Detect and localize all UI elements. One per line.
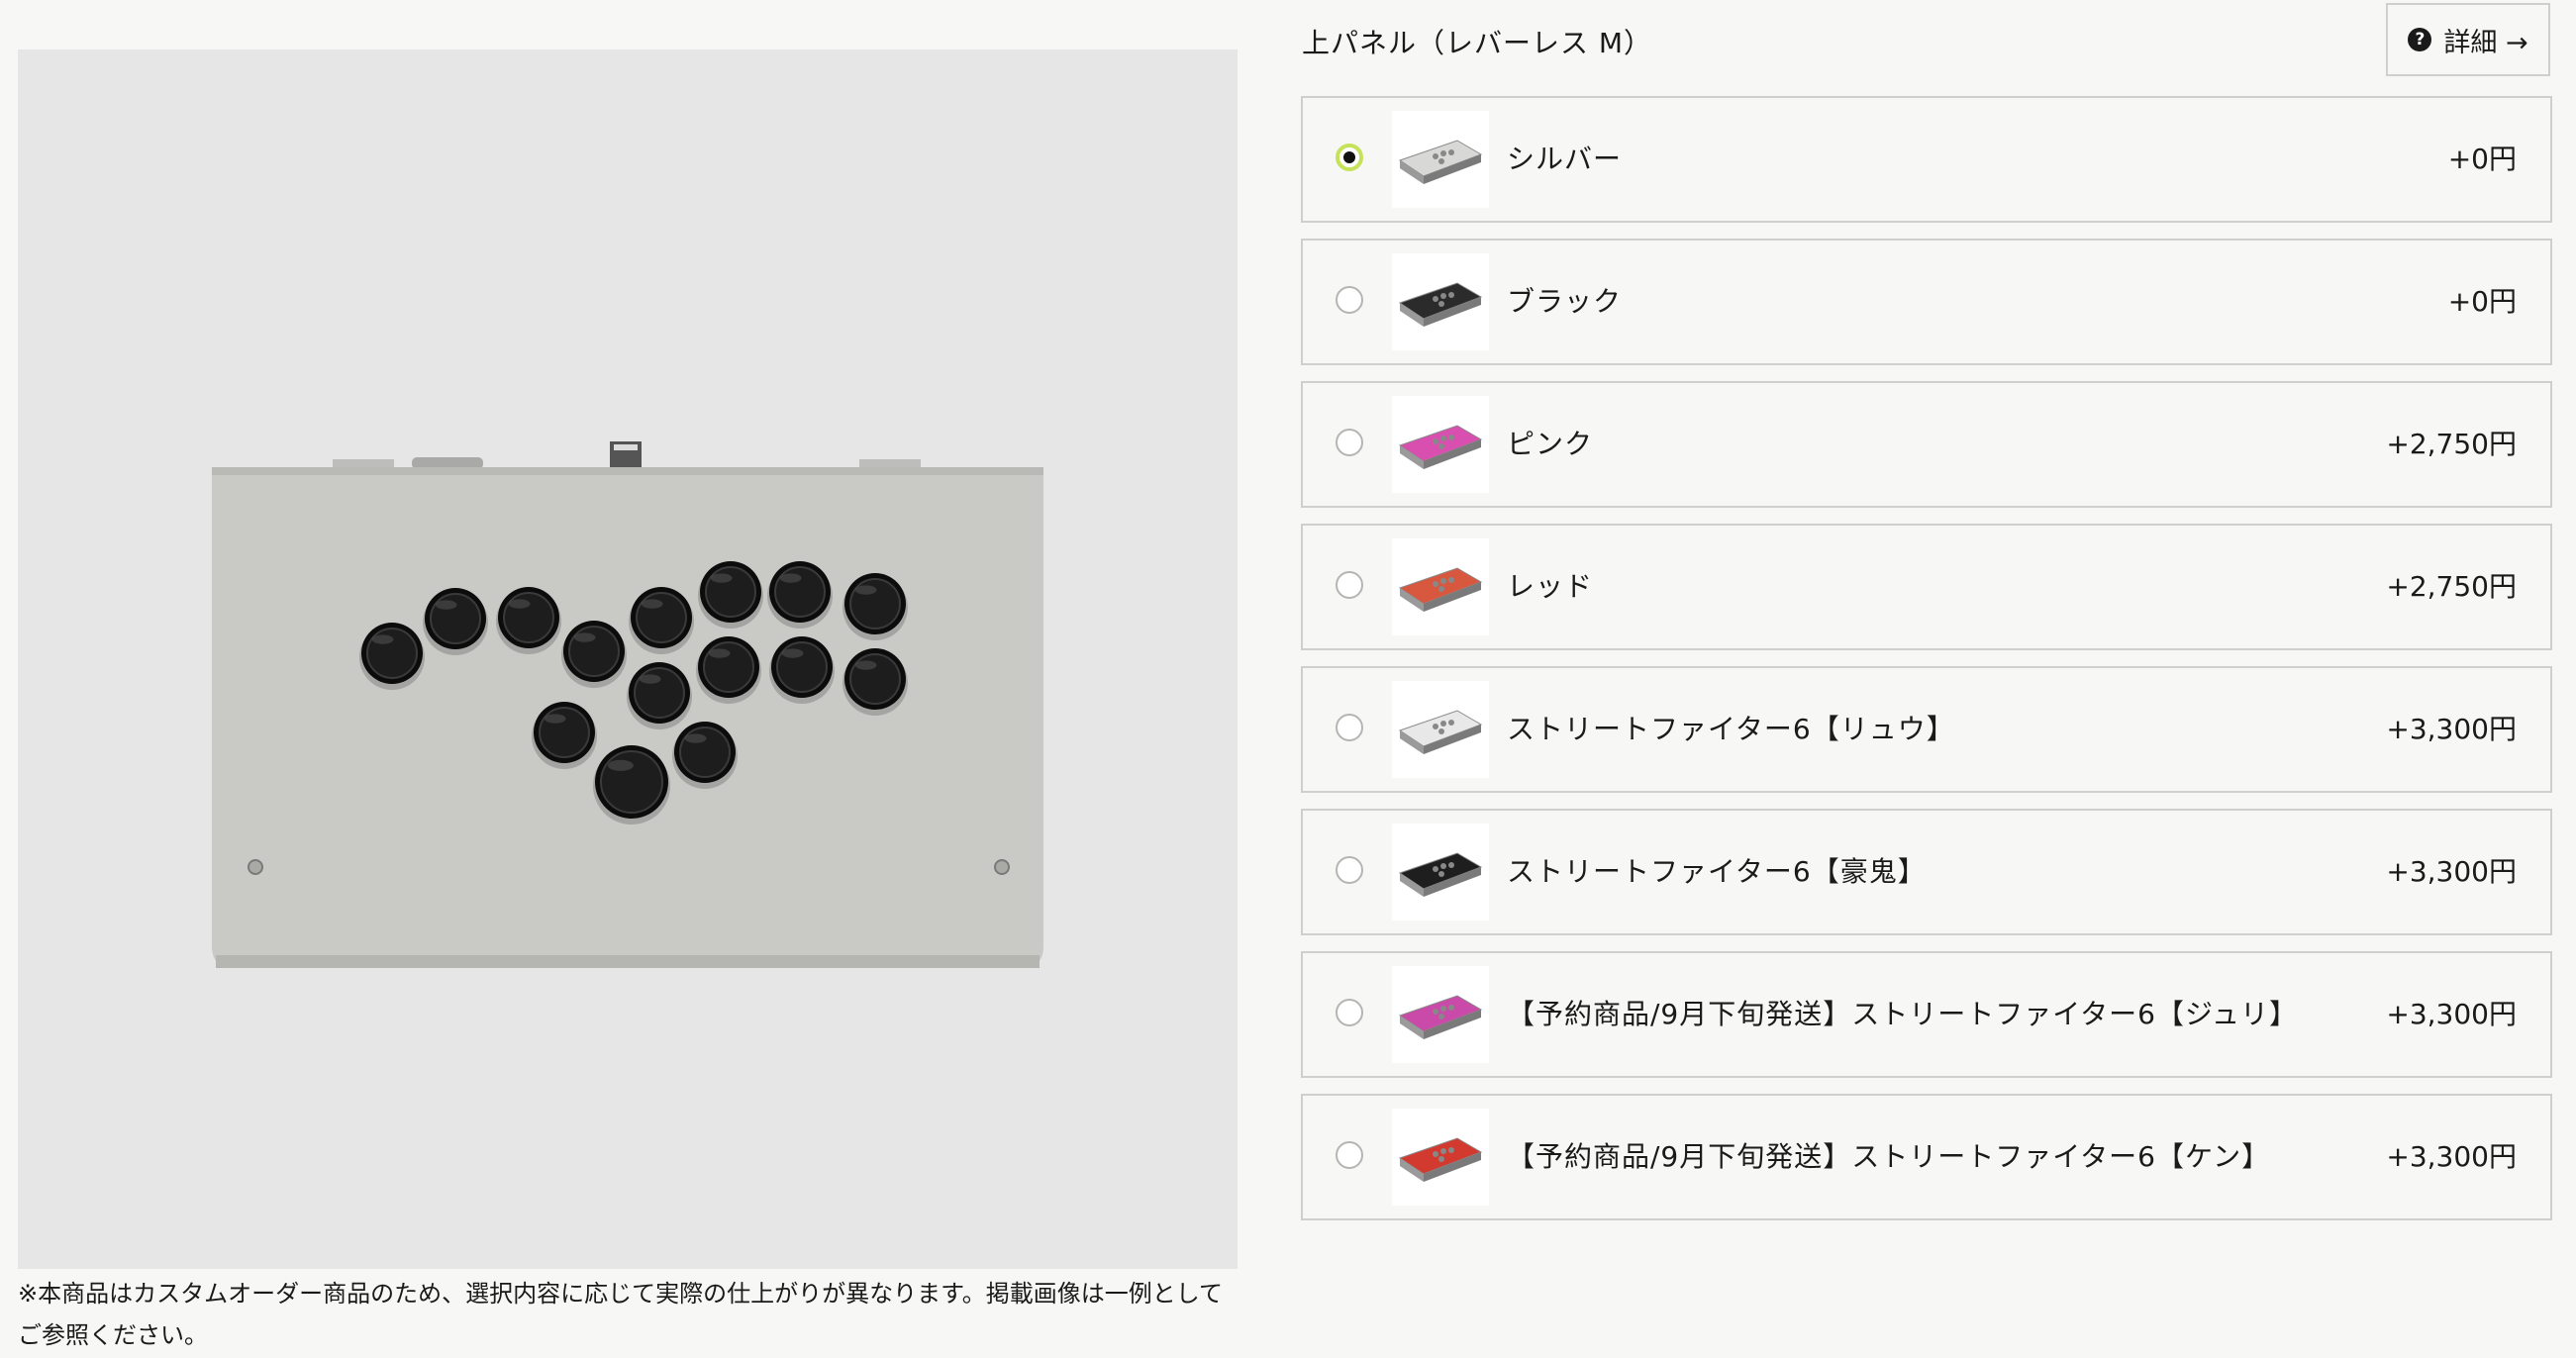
option-thumbnail — [1392, 1109, 1489, 1206]
option-black[interactable]: ブラック +0円 — [1301, 239, 2552, 365]
option-thumbnail — [1392, 824, 1489, 921]
radio-button[interactable] — [1336, 144, 1363, 171]
option-price: +3,300円 — [2386, 713, 2517, 745]
disclaimer-notice: ※本商品はカスタムオーダー商品のため、選択内容に応じて実際の仕上がりが異なります… — [18, 1280, 1223, 1349]
section-title: 上パネル（レバーレス M） — [1302, 27, 1653, 59]
option-price: +2,750円 — [2386, 428, 2517, 460]
detail-button-label: 詳細 → — [2443, 27, 2528, 58]
option-price: +3,300円 — [2386, 1140, 2517, 1173]
option-label: ストリートファイター6【リュウ】 — [1507, 713, 1955, 745]
panel-thumbnail-image — [1398, 710, 1483, 754]
option-label: レッド — [1507, 570, 1594, 603]
option-sf6-akuma[interactable]: ストリートファイター6【豪鬼】 +3,300円 — [1301, 809, 2552, 935]
detail-button[interactable]: ? 詳細 → — [2386, 3, 2550, 76]
panel-thumbnail-image — [1398, 1137, 1483, 1182]
radio-button[interactable] — [1336, 999, 1363, 1026]
option-thumbnail — [1392, 396, 1489, 493]
radio-button[interactable] — [1336, 571, 1363, 599]
radio-button[interactable] — [1336, 856, 1363, 884]
help-circle-icon: ? — [2408, 28, 2432, 51]
panel-thumbnail-image — [1398, 852, 1483, 897]
option-sf6-ryu[interactable]: ストリートファイター6【リュウ】 +3,300円 — [1301, 666, 2552, 793]
option-price: +3,300円 — [2386, 855, 2517, 888]
option-label: シルバー — [1507, 143, 1623, 175]
option-price: +3,300円 — [2386, 998, 2517, 1030]
panel-option-list: シルバー +0円 ブラック +0円 ピンク +2,750円 レッド +2,750… — [1301, 96, 2552, 1236]
option-red[interactable]: レッド +2,750円 — [1301, 524, 2552, 650]
panel-thumbnail-image — [1398, 140, 1483, 184]
radio-button[interactable] — [1336, 429, 1363, 456]
option-sf6-juri[interactable]: 【予約商品/9月下旬発送】ストリートファイター6【ジュリ】 +3,300円 — [1301, 951, 2552, 1078]
option-sf6-ken[interactable]: 【予約商品/9月下旬発送】ストリートファイター6【ケン】 +3,300円 — [1301, 1094, 2552, 1220]
option-price: +2,750円 — [2386, 570, 2517, 603]
panel-thumbnail-image — [1398, 567, 1483, 612]
product-preview-image — [18, 49, 1238, 1269]
option-pink[interactable]: ピンク +2,750円 — [1301, 381, 2552, 508]
option-silver[interactable]: シルバー +0円 — [1301, 96, 2552, 223]
panel-thumbnail-image — [1398, 995, 1483, 1039]
option-thumbnail — [1392, 111, 1489, 208]
option-label: 【予約商品/9月下旬発送】ストリートファイター6【ジュリ】 — [1507, 998, 2298, 1030]
panel-thumbnail-image — [1398, 282, 1483, 327]
option-price: +0円 — [2447, 285, 2517, 318]
option-price: +0円 — [2447, 143, 2517, 175]
option-thumbnail — [1392, 538, 1489, 635]
option-label: 【予約商品/9月下旬発送】ストリートファイター6【ケン】 — [1507, 1140, 2271, 1173]
option-label: ストリートファイター6【豪鬼】 — [1507, 855, 1927, 888]
option-thumbnail — [1392, 681, 1489, 778]
radio-button[interactable] — [1336, 714, 1363, 741]
option-label: ピンク — [1507, 428, 1594, 460]
option-thumbnail — [1392, 966, 1489, 1063]
panel-thumbnail-image — [1398, 425, 1483, 469]
option-thumbnail — [1392, 253, 1489, 350]
leverless-controller-image — [212, 441, 1043, 968]
radio-button[interactable] — [1336, 286, 1363, 314]
radio-button[interactable] — [1336, 1141, 1363, 1169]
option-label: ブラック — [1507, 285, 1623, 318]
